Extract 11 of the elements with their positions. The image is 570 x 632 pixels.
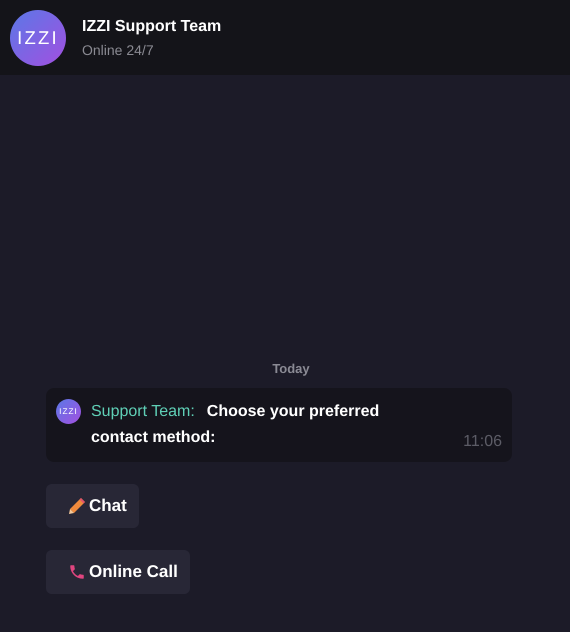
chat-title: IZZI Support Team [82, 18, 222, 36]
message-text: Support Team: Choose your preferred contact method: [91, 402, 380, 448]
reply-button[interactable]: Online Call [46, 550, 190, 594]
message-time: 11:06 [463, 433, 502, 451]
status-text: Online 24/7 [82, 42, 155, 58]
sender-avatar: IZZI [56, 399, 81, 424]
reply-button[interactable]: Chat [46, 484, 139, 528]
date-divider: Today [272, 361, 310, 376]
phone-icon [68, 563, 86, 581]
avatar: IZZI [10, 10, 66, 66]
pencil-icon [68, 497, 86, 515]
